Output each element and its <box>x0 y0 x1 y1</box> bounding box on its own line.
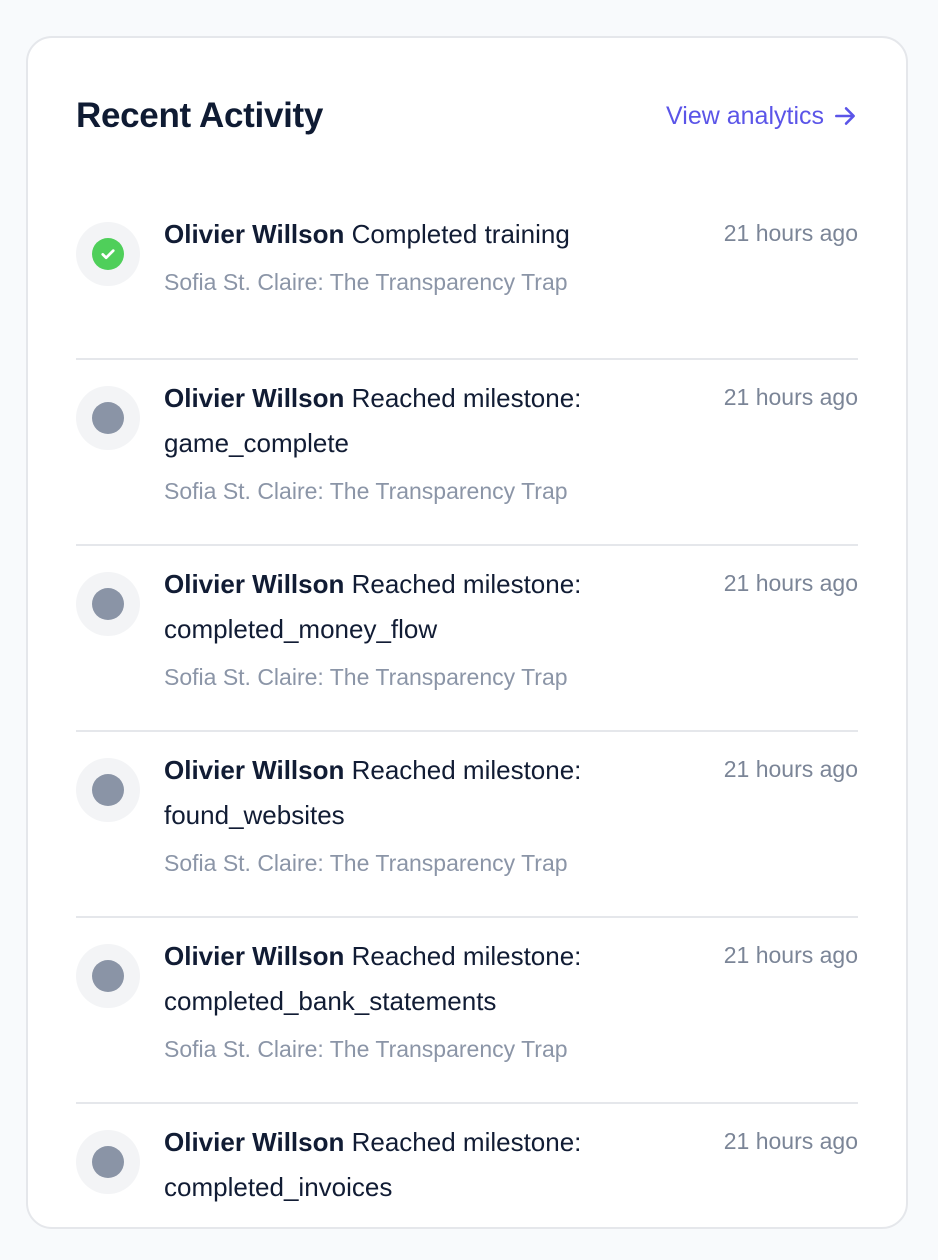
activity-timestamp: 21 hours ago <box>723 1128 858 1154</box>
activity-text: Olivier Willson Reached milestone: <box>164 1120 708 1165</box>
activity-content: Olivier Willson Reached milestone: found_… <box>164 748 708 883</box>
activity-text: Olivier Willson Reached milestone: <box>164 562 708 607</box>
activity-item: Olivier Willson Reached milestone: game_c… <box>76 360 858 546</box>
dot-icon <box>92 402 124 434</box>
activity-content: Olivier Willson Reached milestone: comple… <box>164 934 708 1069</box>
activity-content: Olivier Willson Completed training Sofia … <box>164 212 708 302</box>
activity-timestamp: 21 hours ago <box>723 220 858 246</box>
activity-status-indicator <box>76 758 140 822</box>
activity-timestamp: 21 hours ago <box>723 942 858 968</box>
view-analytics-link[interactable]: View analytics <box>666 102 858 131</box>
activity-content: Olivier Willson Reached milestone: game_c… <box>164 376 708 511</box>
activity-actor: Olivier Willson <box>164 755 345 785</box>
activity-milestone-name: found_websites <box>164 800 345 830</box>
activity-status-indicator <box>76 386 140 450</box>
activity-actor: Olivier Willson <box>164 941 345 971</box>
activity-actor: Olivier Willson <box>164 219 345 249</box>
arrow-right-icon <box>835 107 855 125</box>
activity-list: Olivier Willson Completed training Sofia … <box>76 188 858 1254</box>
activity-course-name: Sofia St. Claire: The Transparency Trap <box>164 664 568 690</box>
activity-text: Olivier Willson Completed training <box>164 212 708 257</box>
activity-action: Reached milestone: <box>351 569 582 599</box>
activity-item: Olivier Willson Reached milestone: comple… <box>76 546 858 732</box>
activity-action: Completed training <box>351 219 570 249</box>
activity-text: Olivier Willson Reached milestone: <box>164 934 708 979</box>
activity-course-name: Sofia St. Claire: The Transparency Trap <box>164 269 568 295</box>
view-analytics-label: View analytics <box>666 101 824 130</box>
activity-text: Olivier Willson Reached milestone: <box>164 376 708 421</box>
activity-status-indicator <box>76 944 140 1008</box>
activity-actor: Olivier Willson <box>164 569 345 599</box>
activity-item: Olivier Willson Reached milestone: comple… <box>76 1104 858 1254</box>
card-title: Recent Activity <box>76 96 324 135</box>
activity-timestamp: 21 hours ago <box>723 570 858 596</box>
card-header: Recent Activity View analytics <box>76 94 858 138</box>
activity-action: Reached milestone: <box>351 383 582 413</box>
activity-item: Olivier Willson Reached milestone: found_… <box>76 732 858 918</box>
dot-icon <box>92 774 124 806</box>
activity-status-indicator <box>76 572 140 636</box>
recent-activity-card: Recent Activity View analytics Olivier W… <box>26 36 908 1229</box>
activity-status-indicator <box>76 222 140 286</box>
activity-actor: Olivier Willson <box>164 383 345 413</box>
activity-actor: Olivier Willson <box>164 1127 345 1157</box>
activity-timestamp: 21 hours ago <box>723 384 858 410</box>
activity-content: Olivier Willson Reached milestone: comple… <box>164 1120 708 1210</box>
activity-action: Reached milestone: <box>351 755 582 785</box>
dot-icon <box>92 1146 124 1178</box>
activity-milestone-name: completed_invoices <box>164 1172 393 1202</box>
activity-course-name: Sofia St. Claire: The Transparency Trap <box>164 850 568 876</box>
activity-course-name: Sofia St. Claire: The Transparency Trap <box>164 478 568 504</box>
activity-course-name: Sofia St. Claire: The Transparency Trap <box>164 1036 568 1062</box>
activity-text: Olivier Willson Reached milestone: <box>164 748 708 793</box>
activity-milestone-name: game_complete <box>164 428 349 458</box>
dot-icon <box>92 960 124 992</box>
check-icon <box>92 238 124 270</box>
activity-content: Olivier Willson Reached milestone: comple… <box>164 562 708 697</box>
activity-milestone-name: completed_money_flow <box>164 614 438 644</box>
activity-item: Olivier Willson Reached milestone: comple… <box>76 918 858 1104</box>
activity-timestamp: 21 hours ago <box>723 756 858 782</box>
activity-item: Olivier Willson Completed training Sofia … <box>76 188 858 360</box>
activity-status-indicator <box>76 1130 140 1194</box>
activity-action: Reached milestone: <box>351 941 582 971</box>
activity-action: Reached milestone: <box>351 1127 582 1157</box>
activity-milestone-name: completed_bank_statements <box>164 986 497 1016</box>
dot-icon <box>92 588 124 620</box>
